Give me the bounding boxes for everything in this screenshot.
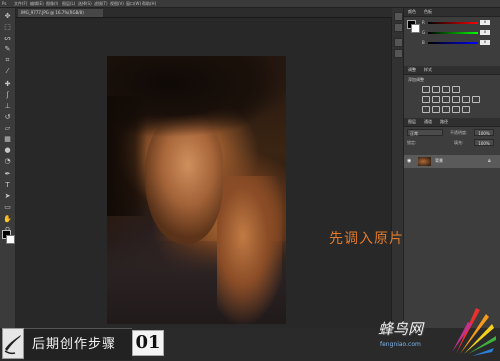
dodge-icon[interactable]: ◔ xyxy=(3,157,12,166)
menu-bar: Ps 文件(F) 编辑(E) 图像(I) 图层(L) 选择(S) 滤镜(T) 视… xyxy=(0,0,500,8)
exposure-icon[interactable] xyxy=(452,86,460,93)
character-panel-icon[interactable] xyxy=(394,38,403,47)
eraser-icon[interactable]: ▱ xyxy=(3,124,12,133)
shape-icon[interactable]: ▭ xyxy=(3,203,12,212)
brush-logo-icon xyxy=(2,328,24,359)
photo-neck-region xyxy=(217,176,282,324)
layers-panel-header: 图层 通道 路径 xyxy=(404,118,500,127)
menu-window[interactable]: 窗口(W) xyxy=(126,0,141,7)
photo-hair-side-region xyxy=(107,96,147,216)
layer-row-background[interactable]: ◉ 背景 🔒︎ xyxy=(404,155,500,168)
type-icon[interactable]: T xyxy=(3,181,12,190)
menu-help[interactable]: 帮助(H) xyxy=(142,0,156,7)
tab-swatches[interactable]: 色板 xyxy=(424,8,432,16)
black-white-icon[interactable] xyxy=(452,96,460,103)
adjustments-heading: 添加调整 xyxy=(408,77,424,82)
banner-title: 后期创作步骤 xyxy=(32,337,117,352)
eyedropper-icon[interactable]: ⁄ xyxy=(3,67,12,76)
gradient-map-icon[interactable] xyxy=(452,106,460,113)
background-color-swatch[interactable] xyxy=(6,235,15,244)
menu-image[interactable]: 图像(I) xyxy=(46,0,58,7)
gradient-icon[interactable]: ▦ xyxy=(3,135,12,144)
marquee-icon[interactable]: ⬚ xyxy=(3,23,12,32)
selective-color-icon[interactable] xyxy=(462,106,470,113)
layer-lock-icon: 🔒︎ xyxy=(488,158,491,164)
paragraph-panel-icon[interactable] xyxy=(394,49,403,58)
watermark-site-name: 蜂鸟网 xyxy=(378,320,424,338)
blend-mode-select[interactable]: 正常 xyxy=(407,129,443,136)
color-balance-icon[interactable] xyxy=(442,96,450,103)
document-image[interactable] xyxy=(107,56,286,324)
vibrance-icon[interactable] xyxy=(422,96,430,103)
photo-filter-icon[interactable] xyxy=(462,96,470,103)
tab-color[interactable]: 颜色 xyxy=(408,8,416,16)
document-tab[interactable]: IMG_9777.JPG @ 16.7%(RGB/8) xyxy=(18,9,103,17)
healing-icon[interactable]: ✚ xyxy=(3,80,12,89)
hand-icon[interactable]: ✋ xyxy=(3,215,12,224)
ps-logo-icon: Ps xyxy=(2,1,7,6)
watermark-url: fengniao.com xyxy=(380,341,421,348)
opacity-field[interactable]: 100% xyxy=(474,129,494,136)
tab-styles[interactable]: 样式 xyxy=(424,66,432,74)
menu-file[interactable]: 文件(F) xyxy=(14,0,27,7)
opacity-label: 不透明度: xyxy=(450,130,468,135)
tab-layers[interactable]: 图层 xyxy=(408,118,416,126)
annotation-text: 先调入原片 xyxy=(329,231,404,247)
lock-label: 锁定: xyxy=(407,140,417,145)
step-banner: 后期创作步骤 xyxy=(24,328,132,360)
tab-channels[interactable]: 通道 xyxy=(424,118,432,126)
red-slider-track[interactable] xyxy=(428,22,478,24)
blur-icon[interactable]: ● xyxy=(3,146,12,155)
adjustments-panel-header: 调整 样式 xyxy=(404,66,500,75)
brightness-contrast-icon[interactable] xyxy=(422,86,430,93)
history-panel-icon[interactable] xyxy=(394,12,403,21)
step-number-box: 01 xyxy=(132,330,164,356)
green-slider[interactable]: G 0 xyxy=(422,30,492,36)
menu-layer[interactable]: 图层(L) xyxy=(62,0,75,7)
layer-thumbnail xyxy=(418,157,431,166)
tools-panel: ✥ ⬚ ᔕ ✎ ⌗ ⁄ ✚ ʃ ⊥ ↺ ▱ ▦ ● ◔ ✒ T ➤ ▭ ✋ ⚲ xyxy=(0,8,16,328)
actions-panel-icon[interactable] xyxy=(394,23,403,32)
panel-dock-strip xyxy=(392,8,404,328)
menu-filter[interactable]: 滤镜(T) xyxy=(94,0,108,7)
hummingbird-logo-icon xyxy=(452,308,496,356)
menu-view[interactable]: 视图(V) xyxy=(110,0,124,7)
stamp-icon[interactable]: ⊥ xyxy=(3,102,12,111)
red-slider[interactable]: R 0 xyxy=(422,20,492,26)
right-panels: 颜色 色板 R 0 G 0 B 0 调整 样式 添加调整 图层 通道 路径 正常 xyxy=(404,8,500,328)
pen-icon[interactable]: ✒ xyxy=(3,170,12,179)
document-tab-bar: IMG_9777.JPG @ 16.7%(RGB/8) xyxy=(16,8,392,18)
blue-slider-track[interactable] xyxy=(428,42,478,44)
hue-saturation-icon[interactable] xyxy=(432,96,440,103)
menu-edit[interactable]: 编辑(E) xyxy=(30,0,44,7)
crop-icon[interactable]: ⌗ xyxy=(3,56,12,65)
layer-name[interactable]: 背景 xyxy=(435,158,443,164)
path-select-icon[interactable]: ➤ xyxy=(3,192,12,201)
green-slider-track[interactable] xyxy=(428,32,478,34)
color-panel-header: 颜色 色板 xyxy=(404,8,500,17)
posterize-icon[interactable] xyxy=(432,106,440,113)
menu-select[interactable]: 选择(S) xyxy=(78,0,92,7)
fill-field[interactable]: 100% xyxy=(474,139,494,146)
quick-select-icon[interactable]: ✎ xyxy=(3,45,12,54)
lasso-icon[interactable]: ᔕ xyxy=(3,34,12,43)
tab-paths[interactable]: 路径 xyxy=(440,118,448,126)
invert-icon[interactable] xyxy=(422,106,430,113)
curves-icon[interactable] xyxy=(442,86,450,93)
brush-icon[interactable]: ʃ xyxy=(3,91,12,100)
levels-icon[interactable] xyxy=(432,86,440,93)
tab-adjustments[interactable]: 调整 xyxy=(408,66,416,74)
move-icon[interactable]: ✥ xyxy=(3,12,12,21)
color-bg-swatch[interactable] xyxy=(411,24,420,33)
visibility-eye-icon[interactable]: ◉ xyxy=(407,158,411,164)
history-brush-icon[interactable]: ↺ xyxy=(3,113,12,122)
step-number: 01 xyxy=(135,332,161,353)
blue-slider[interactable]: B 0 xyxy=(422,40,492,46)
channel-mixer-icon[interactable] xyxy=(472,96,480,103)
threshold-icon[interactable] xyxy=(442,106,450,113)
fill-label: 填充: xyxy=(454,140,464,145)
